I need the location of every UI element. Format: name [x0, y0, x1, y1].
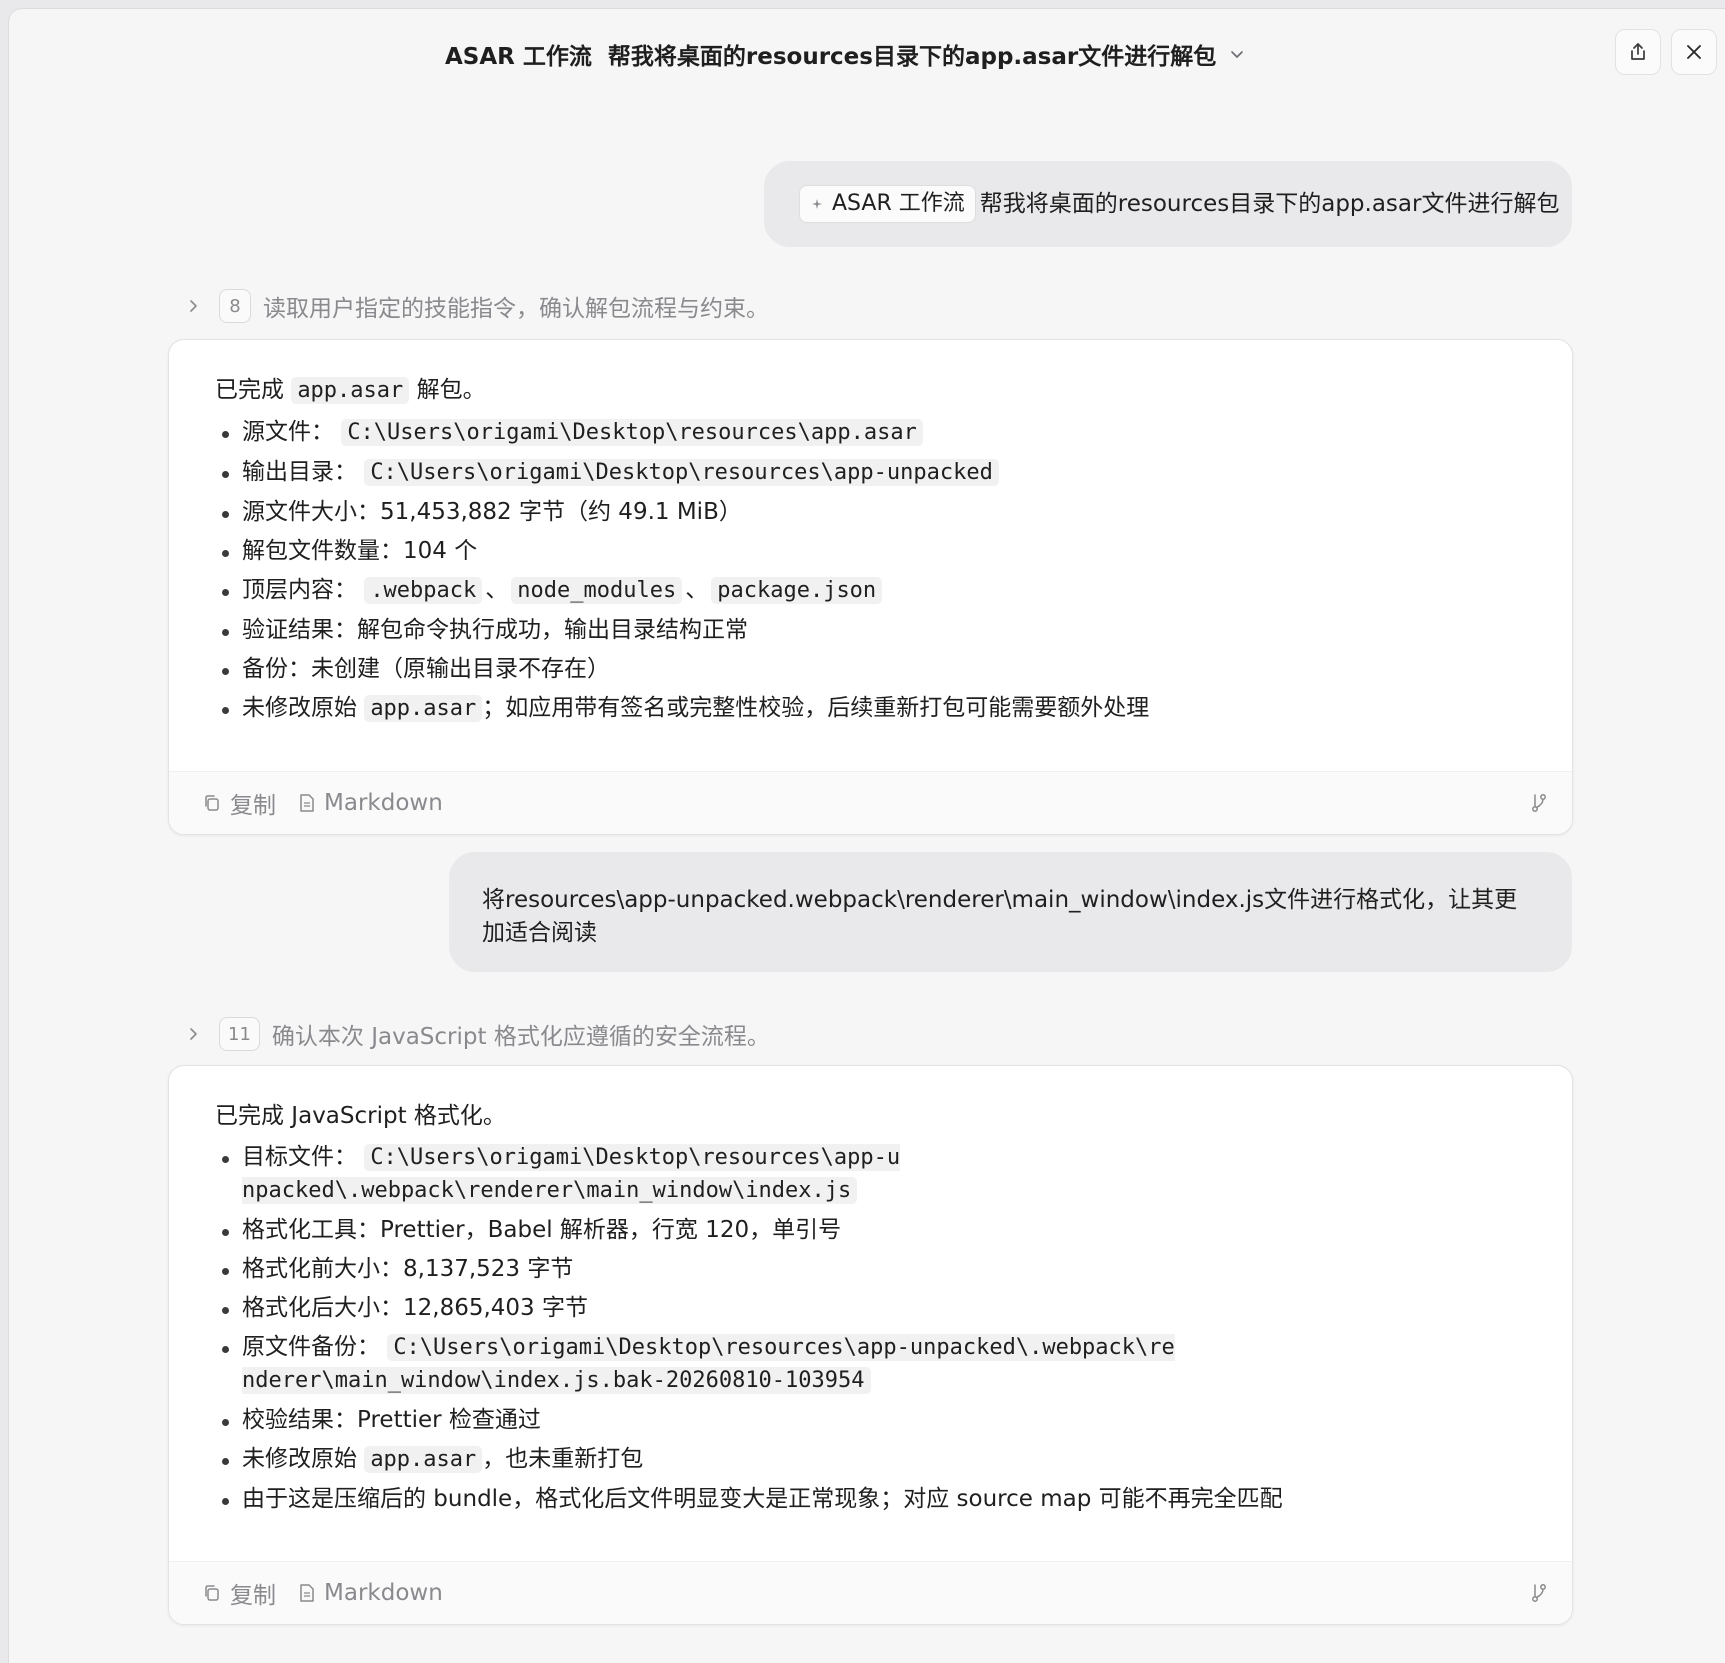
item-suffix: ；如应用带有签名或完整性校验，后续重新打包可能需要额外处理: [482, 695, 1150, 721]
item-label: 未修改原始: [242, 1446, 357, 1472]
inline-code: app.asar: [364, 695, 483, 722]
list-item: 输出目录： C:\Users\origami\Desktop\resources…: [215, 453, 1532, 493]
document-icon: [298, 793, 316, 813]
inline-code: C:\Users\origami\Desktop\resources\app-u…: [364, 459, 999, 486]
step-count-badge: 8: [219, 289, 251, 323]
markdown-button[interactable]: Markdown: [298, 790, 443, 816]
list-item: 原文件备份： C:\Users\origami\Desktop\resource…: [215, 1328, 1182, 1401]
list-item: 源文件大小：51,453,882 字节（约 49.1 MiB）: [215, 493, 1532, 532]
inline-code: C:\Users\origami\Desktop\resources\app.a…: [341, 419, 923, 446]
response-list: 源文件： C:\Users\origami\Desktop\resources\…: [215, 413, 1532, 729]
reasoning-step-toggle[interactable]: 11 确认本次 JavaScript 格式化应遵循的安全流程。: [185, 1017, 770, 1051]
share-icon: [1627, 41, 1649, 63]
lead-text: 解包。: [416, 377, 486, 403]
conversation-title-dropdown[interactable]: ASAR 工作流 帮我将桌面的resources目录下的app.asar文件进行…: [445, 37, 1248, 71]
markdown-button[interactable]: Markdown: [298, 1580, 443, 1606]
response-body: 已完成 JavaScript 格式化。 目标文件： C:\Users\origa…: [169, 1066, 1572, 1519]
response-actions: 复制 Markdown: [169, 771, 1572, 834]
user-message-text: 将resources\app-unpacked.webpack\renderer…: [482, 887, 1518, 946]
copy-button[interactable]: 复制: [202, 786, 276, 820]
response-list: 目标文件： C:\Users\origami\Desktop\resources…: [215, 1138, 1532, 1519]
list-item: 格式化后大小：12,865,403 字节: [215, 1289, 1532, 1328]
lead-text: 已完成: [215, 377, 284, 403]
list-item: 格式化工具：Prettier，Babel 解析器，行宽 120，单引号: [215, 1211, 1532, 1250]
copy-label: 复制: [230, 1583, 276, 1609]
response-actions: 复制 Markdown: [169, 1561, 1572, 1624]
list-item: 解包文件数量：104 个: [215, 532, 1532, 571]
inline-code: .webpack: [364, 577, 483, 604]
list-item: 未修改原始 app.asar ，也未重新打包: [215, 1440, 1532, 1480]
branch-icon[interactable]: [1528, 1582, 1550, 1604]
assistant-response-card: 已完成 app.asar 解包。 源文件： C:\Users\origami\D…: [168, 339, 1573, 835]
chevron-down-icon: [1226, 43, 1248, 65]
item-label: 输出目录：: [242, 459, 357, 485]
list-item: 验证结果：解包命令执行成功，输出目录结构正常: [215, 611, 1532, 650]
app-window: ASAR 工作流 帮我将桌面的resources目录下的app.asar文件进行…: [8, 8, 1725, 1663]
sparkle-icon: [810, 197, 824, 211]
list-item: 格式化前大小：8,137,523 字节: [215, 1250, 1532, 1289]
step-summary: 读取用户指定的技能指令，确认解包流程与约束。: [263, 296, 769, 322]
user-message: 将resources\app-unpacked.webpack\renderer…: [449, 852, 1572, 972]
branch-icon[interactable]: [1528, 792, 1550, 814]
item-label: 源文件：: [242, 419, 334, 445]
close-button[interactable]: [1671, 29, 1717, 75]
copy-label: 复制: [230, 793, 276, 819]
markdown-label: Markdown: [324, 790, 443, 816]
response-body: 已完成 app.asar 解包。 源文件： C:\Users\origami\D…: [169, 340, 1572, 729]
share-button[interactable]: [1615, 29, 1661, 75]
response-lead: 已完成 app.asar 解包。: [215, 372, 1532, 409]
inline-code: app.asar: [364, 1446, 483, 1473]
response-lead: 已完成 JavaScript 格式化。: [215, 1103, 506, 1129]
conversation-title: ASAR 工作流 帮我将桌面的resources目录下的app.asar文件进行…: [445, 44, 1217, 70]
close-icon: [1684, 42, 1704, 62]
separator: 、: [485, 577, 509, 603]
item-suffix: ，也未重新打包: [482, 1446, 644, 1472]
user-message: ASAR 工作流 帮我将桌面的resources目录下的app.asar文件进行…: [764, 161, 1572, 247]
list-item: 源文件： C:\Users\origami\Desktop\resources\…: [215, 413, 1532, 453]
document-icon: [298, 1583, 316, 1603]
item-label: 目标文件：: [242, 1144, 357, 1170]
inline-code: app.asar: [291, 377, 410, 404]
conversation-header: ASAR 工作流 帮我将桌面的resources目录下的app.asar文件进行…: [9, 9, 1725, 99]
list-item: 顶层内容： .webpack、 node_modules、 package.json: [215, 571, 1532, 611]
step-count-badge: 11: [219, 1017, 260, 1051]
inline-code: node_modules: [511, 577, 683, 604]
copy-button[interactable]: 复制: [202, 1576, 276, 1610]
chevron-right-icon: [185, 298, 201, 314]
assistant-response-card: 已完成 JavaScript 格式化。 目标文件： C:\Users\origa…: [168, 1065, 1573, 1625]
skill-chip[interactable]: ASAR 工作流: [799, 185, 976, 223]
list-item: 目标文件： C:\Users\origami\Desktop\resources…: [215, 1138, 902, 1211]
copy-icon: [202, 1583, 222, 1603]
chevron-right-icon: [185, 1026, 201, 1042]
copy-icon: [202, 793, 222, 813]
item-label: 未修改原始: [242, 695, 357, 721]
skill-chip-label: ASAR 工作流: [832, 191, 965, 216]
item-label: 顶层内容：: [242, 577, 357, 603]
separator: 、: [685, 577, 709, 603]
inline-code: package.json: [711, 577, 883, 604]
list-item: 由于这是压缩后的 bundle，格式化后文件明显变大是正常现象；对应 sourc…: [215, 1480, 1532, 1519]
list-item: 校验结果：Prettier 检查通过: [215, 1401, 1532, 1440]
markdown-label: Markdown: [324, 1580, 443, 1606]
step-summary: 确认本次 JavaScript 格式化应遵循的安全流程。: [271, 1024, 770, 1050]
user-message-text: 帮我将桌面的resources目录下的app.asar文件进行解包: [979, 190, 1560, 217]
inline-code: C:\Users\origami\Desktop\resources\app-u…: [242, 1334, 1175, 1394]
list-item: 未修改原始 app.asar ；如应用带有签名或完整性校验，后续重新打包可能需要额…: [215, 689, 1532, 729]
item-label: 原文件备份：: [242, 1334, 380, 1360]
list-item: 备份：未创建（原输出目录不存在）: [215, 650, 1532, 689]
reasoning-step-toggle[interactable]: 8 读取用户指定的技能指令，确认解包流程与约束。: [185, 289, 769, 323]
